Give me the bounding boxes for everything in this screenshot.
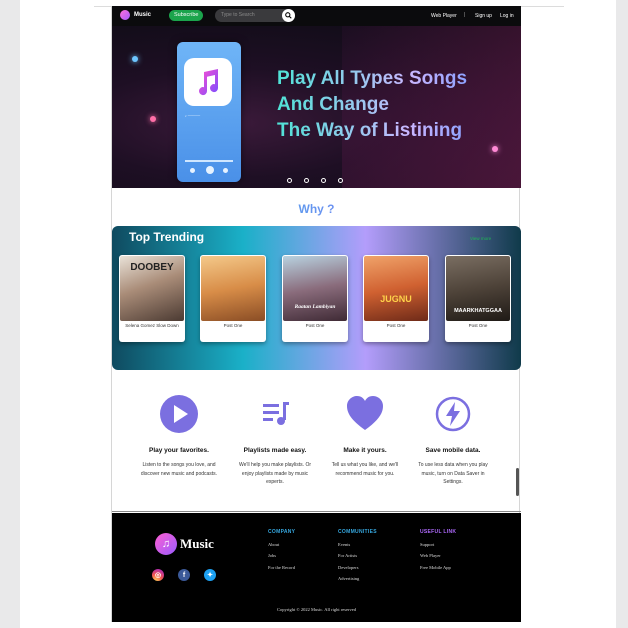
hero-title-line: And Change (277, 94, 389, 115)
footer-link[interactable]: Support (420, 542, 456, 547)
footer-link[interactable]: Advertising (338, 576, 377, 581)
footer-divider (112, 511, 521, 512)
stage-light (132, 56, 138, 62)
footer-column-company: COMPANY About Jobs For the Record (268, 529, 295, 570)
feature-desc: To use less data when you play music, tu… (418, 462, 488, 485)
scrollbar[interactable] (516, 468, 519, 496)
why-heading: Why ? (112, 202, 521, 216)
trending-card[interactable]: Raatan Lambiyan Post One (282, 255, 348, 342)
feature-make-it-yours: Make it yours. Tell us what you like, an… (324, 394, 406, 478)
feature-desc: We'll help you make playlists. Or enjoy … (239, 462, 311, 485)
feature-playlists: Playlists made easy. We'll help you make… (234, 394, 316, 487)
footer-link[interactable]: Jobs (268, 553, 295, 558)
feature-title: Play your favorites. (149, 447, 209, 454)
hero-title: Play All Types Songs And Change The Way … (277, 66, 467, 144)
card-label: Post One (386, 323, 406, 328)
footer-link[interactable]: Free Mobile App (420, 565, 456, 570)
footer-logo[interactable]: ♫ Music (155, 533, 214, 555)
nav-link-web-player[interactable]: Web Player (431, 13, 457, 19)
stage-light (150, 116, 156, 122)
footer-column-useful-link: USEFUL LINK Support Web Player Free Mobi… (420, 529, 456, 570)
carousel-dot[interactable] (321, 178, 326, 183)
browser-viewport: Music Subscribe Type to Search Web Playe… (20, 0, 616, 628)
card-label: Selena Gomez Slow Down (125, 323, 179, 328)
trending-card[interactable]: MAARKHATGGAA Post One (445, 255, 511, 342)
footer-column-title: USEFUL LINK (420, 529, 457, 535)
feature-desc: Tell us what you like, and we'll recomme… (331, 462, 399, 477)
carousel-dots (287, 178, 343, 183)
copyright-text: Copyright © 2022 Music. All right reserv… (276, 607, 357, 612)
card-label: Post One (468, 323, 488, 328)
footer-link[interactable]: Events (338, 542, 377, 547)
card-cover-image: MAARKHATGGAA (446, 256, 510, 321)
nav-link-sign-up[interactable]: Sign up (475, 13, 492, 19)
feature-title: Make it yours. (343, 447, 387, 454)
footer-column-communities: COMMUNITIES Events For Artists Developer… (338, 529, 377, 581)
hero-banner: ♪ ───── Play All Types Songs And Change … (112, 26, 521, 188)
subscribe-button[interactable]: Subscribe (169, 10, 204, 21)
footer-column-title: COMMUNITIES (338, 529, 377, 535)
card-cover-text: DOOBEY (130, 262, 174, 273)
hero-title-line: Play All Types Songs (277, 68, 468, 89)
feature-save-data: Save mobile data. To use less data when … (412, 394, 494, 487)
feature-desc: Listen to the songs you love, and discov… (140, 462, 218, 477)
feature-play-favorites: Play your favorites. Listen to the songs… (138, 394, 220, 478)
carousel-dot[interactable] (304, 178, 309, 183)
footer-link[interactable]: Web Player (420, 553, 456, 558)
card-cover-text: JUGNU (380, 294, 412, 304)
twitter-icon[interactable]: ✦ (204, 569, 216, 581)
card-label: Post One (223, 323, 243, 328)
prev-icon (190, 168, 195, 173)
feature-title: Save mobile data. (425, 447, 481, 454)
footer-link[interactable]: For the Record (268, 565, 295, 570)
trending-title: Top Trending (129, 230, 205, 244)
phone-progress-bar (185, 160, 233, 162)
nav-separator: | (464, 12, 466, 18)
footer-logo-text: Music (180, 536, 214, 551)
search-icon (285, 12, 292, 19)
feature-title: Playlists made easy. (243, 447, 307, 454)
nav-link-log-in[interactable]: Log in (500, 13, 514, 19)
card-cover-image: DOOBEY (120, 256, 184, 321)
phone-song-info: ♪ ───── (185, 114, 201, 118)
lightning-icon (435, 396, 471, 432)
card-cover-image: Raatan Lambiyan (283, 256, 347, 321)
card-cover-image: JUGNU (364, 256, 428, 321)
card-cover-image (201, 256, 265, 321)
trending-card[interactable]: Post One (200, 255, 266, 342)
search-button[interactable] (282, 9, 295, 22)
card-label: Post One (305, 323, 325, 328)
footer-link[interactable]: Developers (338, 565, 377, 570)
footer-link[interactable]: For Artists (338, 553, 377, 558)
music-note-icon: ♫ (155, 533, 177, 555)
top-trending-section: Top Trending View more DOOBEY Selena Gom… (112, 226, 521, 370)
trending-card[interactable]: DOOBEY Selena Gomez Slow Down (119, 255, 185, 342)
music-logo-icon (120, 10, 130, 20)
view-more-link[interactable]: View more (470, 236, 491, 241)
nav-logo[interactable]: Music (120, 10, 151, 20)
footer: ♫ Music ◎ f ✦ COMPANY About Jobs For the… (112, 513, 521, 622)
footer-link[interactable]: About (268, 542, 295, 547)
facebook-icon[interactable]: f (178, 569, 190, 581)
card-cover-text: Raatan Lambiyan (294, 304, 336, 310)
nav-logo-text: Music (134, 12, 152, 18)
play-icon (206, 166, 214, 174)
heart-icon (347, 396, 383, 430)
hero-title-line: The Way of Listining (277, 120, 463, 141)
next-icon (223, 168, 228, 173)
navbar: Music Subscribe Type to Search Web Playe… (112, 6, 521, 26)
instagram-icon[interactable]: ◎ (152, 569, 164, 581)
page: Music Subscribe Type to Search Web Playe… (111, 6, 521, 622)
card-cover-text: MAARKHATGGAA (454, 308, 502, 314)
stage-light (492, 146, 498, 152)
footer-column-title: COMPANY (268, 529, 296, 535)
phone-mockup: ♪ ───── (177, 42, 241, 182)
carousel-dot[interactable] (287, 178, 292, 183)
carousel-dot[interactable] (338, 178, 343, 183)
trending-card[interactable]: JUGNU Post One (363, 255, 429, 342)
play-circle-icon (160, 395, 198, 433)
playlist-icon (263, 402, 289, 425)
music-note-icon (184, 58, 232, 106)
